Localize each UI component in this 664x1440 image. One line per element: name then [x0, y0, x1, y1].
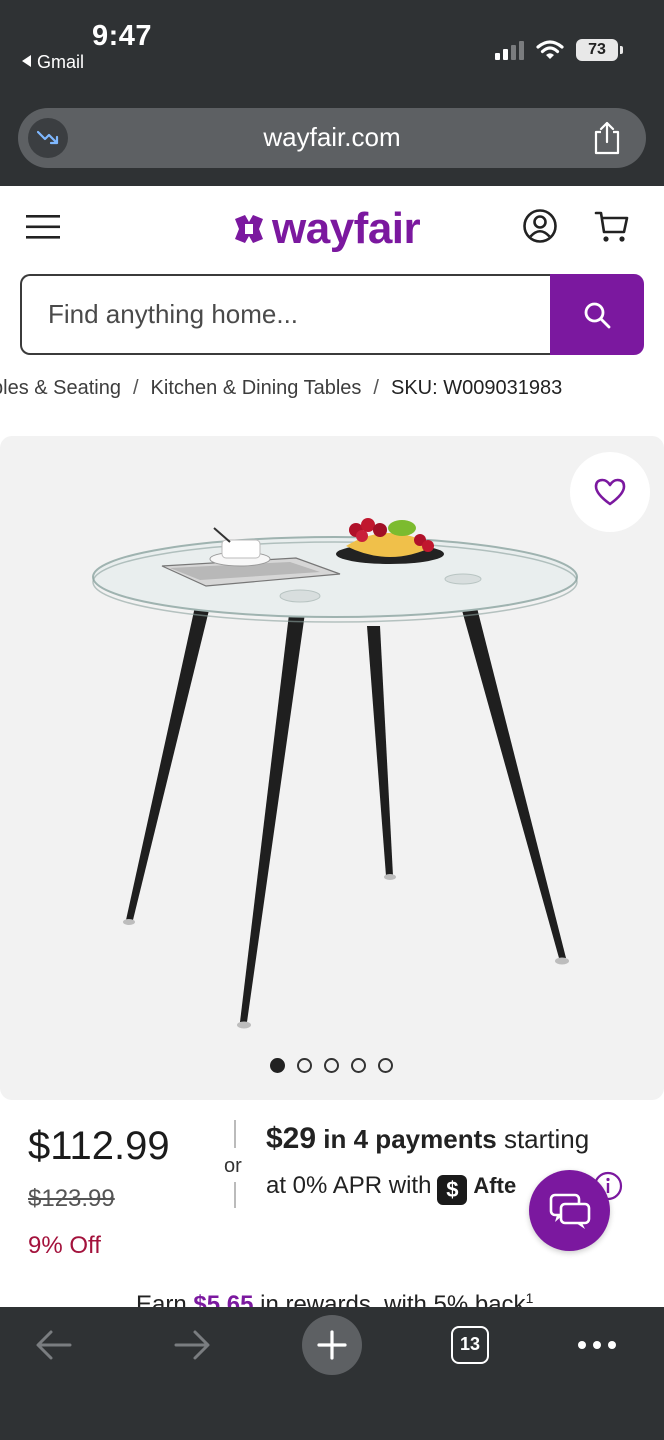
or-label: or: [224, 1155, 242, 1177]
more-options-icon[interactable]: [578, 1341, 616, 1349]
installment-amount: $29: [266, 1122, 317, 1155]
search-input[interactable]: [20, 274, 554, 355]
back-to-app-link[interactable]: Gmail: [22, 52, 84, 73]
plus-icon: [317, 1330, 347, 1360]
breadcrumb-link-seating[interactable]: bles & Seating: [0, 377, 121, 399]
gallery-dot-1[interactable]: [270, 1058, 285, 1073]
gallery-dot-3[interactable]: [324, 1058, 339, 1073]
wayfair-logo-mark-icon: [235, 215, 263, 243]
site-header: wayfair: [0, 186, 664, 266]
back-arrow-icon: [22, 55, 31, 67]
chat-button[interactable]: [529, 1170, 610, 1251]
breadcrumb: bles & Seating / Kitchen & Dining Tables / S…: [0, 374, 664, 404]
divider: [234, 1120, 236, 1148]
wayfair-logo-text: wayfair: [272, 204, 421, 253]
browser-bottom-toolbar: 13: [0, 1307, 664, 1440]
cart-icon[interactable]: [594, 208, 630, 244]
original-price: $123.99: [28, 1185, 115, 1212]
apr-text: at 0% APR with: [266, 1172, 432, 1199]
installment-line: $29 in 4 payments starting: [266, 1122, 589, 1156]
product-image[interactable]: [0, 436, 664, 1100]
afterpay-logo-icon: $: [437, 1175, 468, 1205]
forward-arrow-icon[interactable]: [172, 1327, 212, 1363]
installment-text: in 4 payments: [323, 1124, 497, 1154]
breadcrumb-link-tables[interactable]: Kitchen & Dining Tables: [151, 377, 362, 399]
discount-label: 9% Off: [28, 1232, 101, 1259]
status-time: 9:47: [92, 20, 153, 52]
cellular-signal-icon: [495, 40, 524, 60]
divider: [234, 1182, 236, 1208]
back-app-label: Gmail: [37, 52, 85, 72]
afterpay-name: Afte: [473, 1173, 517, 1198]
gallery-dot-4[interactable]: [351, 1058, 366, 1073]
installment-suffix: starting: [503, 1124, 590, 1154]
hamburger-menu-icon[interactable]: [26, 214, 60, 240]
search-bar: [20, 274, 644, 355]
heart-icon: [594, 478, 626, 506]
breadcrumb-sku: SKU: W009031983: [390, 377, 563, 399]
new-tab-button[interactable]: [302, 1315, 362, 1375]
share-icon[interactable]: [590, 120, 624, 156]
tab-switcher-button[interactable]: 13: [451, 1326, 489, 1364]
gallery-dot-5[interactable]: [378, 1058, 393, 1073]
account-icon[interactable]: [522, 208, 558, 244]
address-bar[interactable]: wayfair.com: [18, 108, 646, 168]
search-button[interactable]: [550, 274, 644, 355]
url-text: wayfair.com: [263, 122, 401, 152]
search-icon: [584, 302, 611, 328]
back-arrow-icon[interactable]: [34, 1327, 74, 1363]
wayfair-logo[interactable]: wayfair: [232, 204, 421, 254]
browser-top-chrome: 9:47 Gmail 73 wayfair.com: [0, 0, 664, 186]
apr-line: at 0% APR with $ Afte: [266, 1172, 516, 1205]
favorite-button[interactable]: [570, 452, 650, 532]
chat-bubbles-icon: [549, 1193, 590, 1229]
product-image-gallery[interactable]: [0, 436, 664, 1100]
gallery-pagination: [270, 1058, 393, 1073]
rewards-footnote: 1: [525, 1290, 534, 1306]
battery-indicator: 73: [576, 39, 623, 61]
breadcrumb-separator: /: [373, 377, 379, 399]
current-price: $112.99: [28, 1124, 170, 1168]
gallery-dot-2[interactable]: [297, 1058, 312, 1073]
breadcrumb-separator: /: [132, 377, 139, 399]
wifi-icon: [536, 40, 564, 59]
status-icons: 73: [495, 36, 623, 64]
